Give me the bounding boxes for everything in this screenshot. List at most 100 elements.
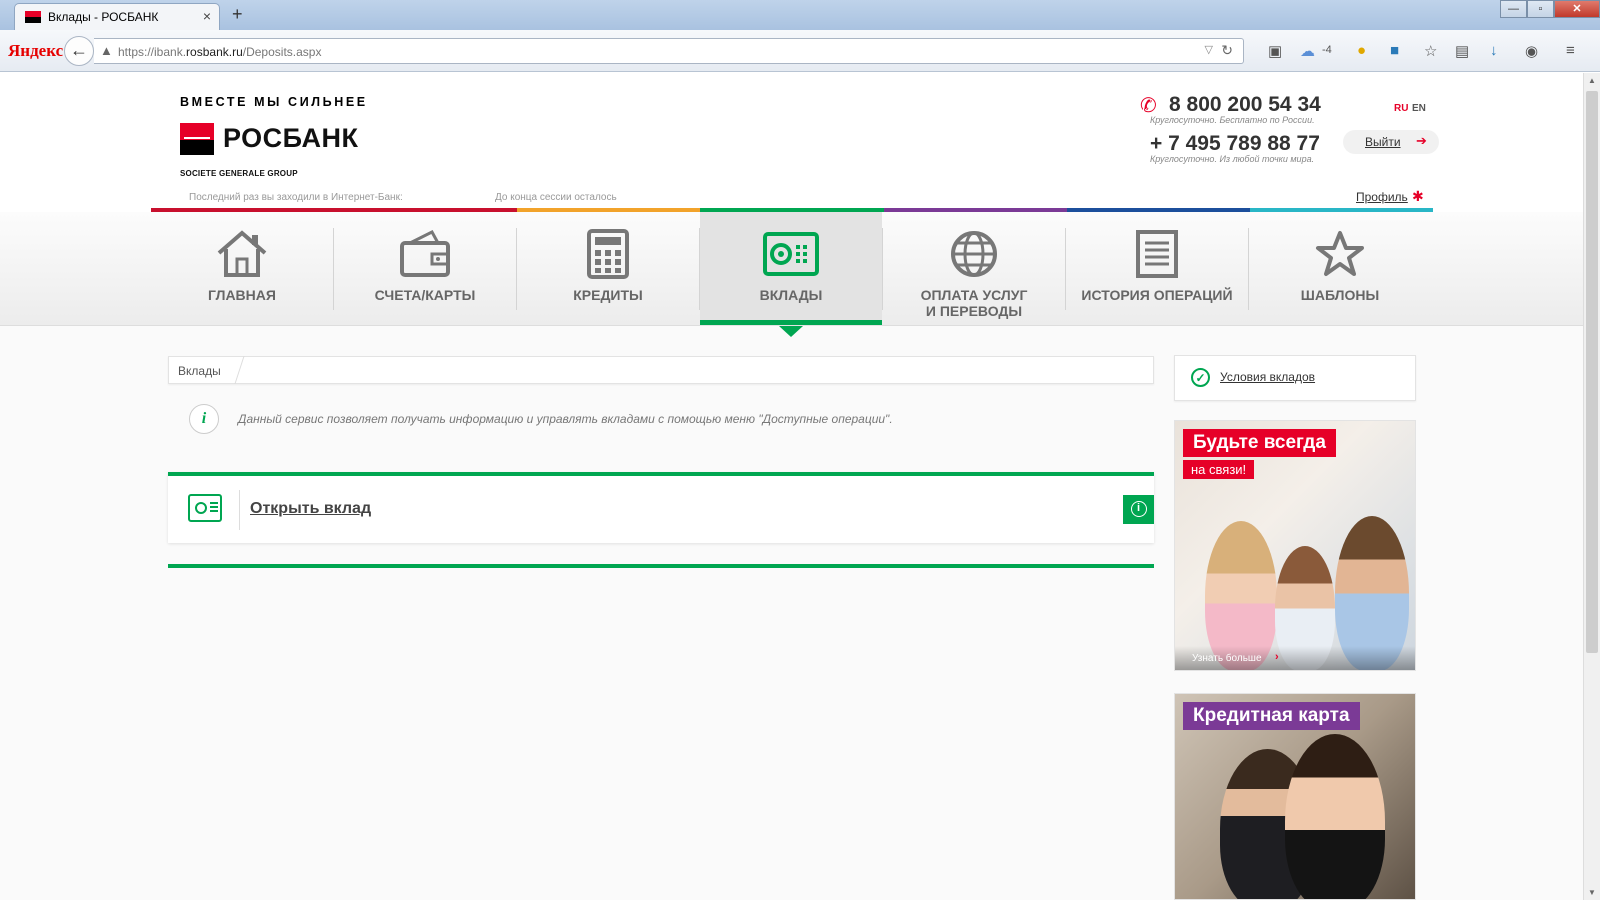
yandex-logo-text: Яндекс [8,41,64,60]
promo-banner-connected[interactable]: Будьте всегда на связи! Узнать больше › [1174,420,1416,671]
site-header: ВМЕСТЕ МЫ СИЛЬНЕЕ РОСБАНК SOCIETE GENERA… [0,73,1583,213]
banner-title: Будьте всегда [1183,429,1336,457]
scroll-up-icon[interactable]: ▲ [1588,76,1596,85]
browser-tab[interactable]: Вклады - РОСБАНК × [14,3,220,30]
menu-label-payments-line2: И ПЕРЕВОДЫ [925,303,1023,319]
breadcrumb-chevron [225,356,245,384]
phone-international-note: Круглосуточно. Из любой точки мира. [1150,154,1315,164]
banner-title: Кредитная карта [1183,702,1360,730]
banner-subtitle: на связи! [1183,460,1255,479]
warning-icon[interactable]: ▲ [100,43,113,58]
chat-icon[interactable]: ◉ [1525,42,1538,60]
document-icon [1066,228,1248,280]
brand-name[interactable]: РОСБАНК [223,123,359,154]
phone-russia: 8 800 200 54 34 [1169,93,1321,116]
tab-title: Вклады - РОСБАНК [48,10,159,24]
arrow-right-icon: ➔ [1416,133,1427,148]
gear-icon[interactable]: ✱ [1412,188,1424,205]
safe-dial [195,502,207,514]
promo-banner-credit-card[interactable]: Кредитная карта [1174,693,1416,900]
download-icon[interactable]: ↓ [1490,42,1498,59]
browser-titlebar: Вклады - РОСБАНК × + — ▫ ✕ [0,0,1600,30]
address-bar[interactable]: ▲ https://ibank.rosbank.ru/Deposits.aspx… [94,38,1244,64]
url-path: /Deposits.aspx [242,45,322,59]
star-icon [1249,228,1431,280]
rosbank-favicon-icon [25,11,41,23]
profile-link[interactable]: Профиль [1356,190,1408,204]
check-icon: ✓ [1191,368,1210,387]
extension-icon[interactable]: ■ [1390,42,1399,59]
minimize-button[interactable]: — [1500,0,1527,18]
menu-item-credits[interactable]: КРЕДИТЫ [517,212,699,326]
section-divider [168,564,1154,568]
main-menu: ГЛАВНАЯ СЧЕТА/КАРТЫ КРЕДИТЫ ВКЛАДЫ ОПЛАТ… [0,212,1583,337]
screenshot-icon[interactable]: ▣ [1268,42,1282,60]
conditions-box: ✓ Условия вкладов [1174,355,1416,401]
menu-item-templates[interactable]: ШАБЛОНЫ [1249,212,1431,326]
close-window-button[interactable]: ✕ [1554,0,1600,18]
menu-item-history[interactable]: ИСТОРИЯ ОПЕРАЦИЙ [1066,212,1248,326]
logout-label: Выйти [1365,135,1401,149]
weather-icon[interactable]: ☁ [1300,42,1315,60]
open-deposit-panel: Открыть вклад i [168,472,1154,543]
last-visit-text: Последний раз вы заходили в Интернет-Бан… [189,192,403,203]
url-prefix: https://ibank. [118,45,187,59]
learn-more-link[interactable]: Узнать больше › [1175,646,1415,670]
menu-item-payments[interactable]: ОПЛАТА УСЛУГ И ПЕРЕВОДЫ [883,212,1065,326]
bookmark-star-icon[interactable]: ☆ [1424,42,1437,60]
vertical-scrollbar[interactable]: ▲ ▼ [1583,73,1600,900]
menu-item-home[interactable]: ГЛАВНАЯ [151,212,333,326]
info-icon: i [1130,501,1147,517]
yandex-logo[interactable]: Яндекс [8,41,63,61]
arrow-left-icon: ← [70,40,88,60]
new-tab-button[interactable]: + [232,4,243,25]
safe-icon [700,228,882,280]
deposit-conditions-link[interactable]: Условия вкладов [1220,370,1315,384]
logout-button[interactable]: Выйти ➔ [1343,130,1439,154]
home-icon [151,228,333,280]
weather-temp: -4 [1322,44,1332,56]
globe-icon [883,228,1065,280]
breadcrumb: Вклады [168,356,1154,384]
coin-icon[interactable]: ● [1357,42,1366,59]
calculator-icon [517,228,699,280]
menu-label-templates: ШАБЛОНЫ [1300,287,1380,303]
session-timer-text: До конца сессии осталось [495,192,617,203]
window-controls: — ▫ ✕ [1500,0,1600,20]
safe-keypad [210,502,218,514]
group-name: SOCIETE GENERALE GROUP [180,169,298,178]
open-deposit-link[interactable]: Открыть вклад [250,500,371,518]
menu-label-payments-line1: ОПЛАТА УСЛУГ [920,287,1028,303]
menu-label-history: ИСТОРИЯ ОПЕРАЦИЙ [1081,287,1233,303]
reading-list-icon[interactable]: ▤ [1455,42,1469,60]
back-button[interactable]: ← [64,36,94,66]
logo-bar [184,137,210,139]
menu-label-credits: КРЕДИТЫ [573,287,643,303]
info-text: Данный сервис позволяет получать информа… [238,412,893,426]
menu-hamburger-icon[interactable]: ≡ [1566,42,1575,59]
menu-label-home: ГЛАВНАЯ [208,287,276,303]
safe-icon [188,494,222,522]
wallet-icon [334,228,516,280]
url-dropdown-icon[interactable]: ▽ [1205,43,1213,56]
menu-item-accounts[interactable]: СЧЕТА/КАРТЫ [334,212,516,326]
phone-international: + 7 495 789 88 77 [1150,132,1320,155]
reload-icon[interactable]: ↻ [1221,42,1233,59]
rosbank-logo-icon[interactable] [180,123,214,155]
active-indicator [779,326,803,337]
url-text[interactable]: https://ibank.rosbank.ru/Deposits.aspx [118,45,321,59]
scrollbar-thumb[interactable] [1586,91,1598,653]
menu-label-deposits: ВКЛАДЫ [759,287,823,303]
menu-label-payments: ОПЛАТА УСЛУГ И ПЕРЕВОДЫ [883,287,1065,319]
breadcrumb-item-deposits[interactable]: Вклады [178,364,221,378]
lang-en[interactable]: EN [1412,103,1426,114]
chevron-right-icon: › [1275,651,1279,663]
lang-ru[interactable]: RU [1394,103,1408,114]
slogan: ВМЕСТЕ МЫ СИЛЬНЕЕ [180,95,368,109]
maximize-button[interactable]: ▫ [1527,0,1554,18]
scroll-down-icon[interactable]: ▼ [1588,888,1596,897]
open-deposit-info-button[interactable]: i [1123,495,1154,524]
page: ВМЕСТЕ МЫ СИЛЬНЕЕ РОСБАНК SOCIETE GENERA… [0,73,1583,900]
tab-close-icon[interactable]: × [203,8,211,24]
menu-item-deposits[interactable]: ВКЛАДЫ [700,212,882,337]
